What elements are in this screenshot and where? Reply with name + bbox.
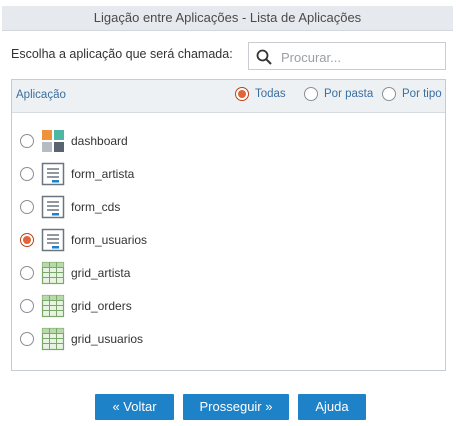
app-item-dashboard[interactable]: dashboard — [20, 128, 320, 154]
app-radio[interactable] — [20, 167, 34, 181]
filter-por-tipo-label: Por tipo — [402, 88, 442, 100]
dialog-title: Ligação entre Aplicações - Lista de Apli… — [2, 6, 453, 31]
panel-header: Aplicação Todas Por pasta Por tipo — [12, 80, 445, 113]
grid-icon — [41, 261, 65, 285]
filter-por-pasta[interactable]: Por pasta — [304, 87, 373, 101]
app-name: dashboard — [71, 134, 128, 148]
app-name: form_usuarios — [71, 233, 148, 247]
help-button[interactable]: Ajuda — [298, 394, 366, 420]
app-item-grid-artista[interactable]: grid_artista — [20, 260, 320, 286]
grid-icon — [41, 294, 65, 318]
grid-icon — [41, 327, 65, 351]
filter-por-pasta-label: Por pasta — [324, 88, 374, 100]
filter-por-tipo[interactable]: Por tipo — [382, 87, 442, 101]
app-list-panel: Aplicação Todas Por pasta Por tipo dashb… — [11, 79, 446, 371]
app-item-form-usuarios[interactable]: form_usuarios — [20, 227, 320, 253]
app-radio[interactable] — [20, 299, 34, 313]
app-name: grid_usuarios — [71, 332, 144, 346]
app-radio[interactable] — [20, 332, 34, 346]
app-name: form_cds — [71, 200, 121, 214]
app-name: form_artista — [71, 167, 135, 181]
app-item-grid-usuarios[interactable]: grid_usuarios — [20, 326, 320, 352]
next-button[interactable]: Prosseguir » — [183, 394, 289, 420]
app-name: grid_orders — [71, 299, 132, 313]
search-input[interactable] — [279, 47, 443, 67]
filter-por-pasta-radio[interactable] — [304, 87, 318, 101]
search-icon — [256, 49, 272, 65]
form-icon — [41, 195, 65, 219]
app-item-form-cds[interactable]: form_cds — [20, 194, 320, 220]
app-radio[interactable] — [20, 134, 34, 148]
filter-todas-radio[interactable] — [235, 87, 249, 101]
filter-por-tipo-radio[interactable] — [382, 87, 396, 101]
filter-todas[interactable]: Todas — [235, 87, 286, 101]
app-radio[interactable] — [20, 200, 34, 214]
back-button[interactable]: « Voltar — [95, 394, 174, 420]
form-icon — [41, 228, 65, 252]
form-icon — [41, 162, 65, 186]
choose-app-label: Escolha a aplicação que será chamada: — [11, 47, 233, 61]
app-item-form-artista[interactable]: form_artista — [20, 161, 320, 187]
dashboard-icon — [42, 130, 64, 152]
filter-todas-label: Todas — [255, 88, 286, 100]
app-item-grid-orders[interactable]: grid_orders — [20, 293, 320, 319]
app-radio-selected[interactable] — [20, 233, 34, 247]
app-name: grid_artista — [71, 266, 131, 280]
search-box[interactable] — [248, 42, 446, 70]
app-radio[interactable] — [20, 266, 34, 280]
column-header-aplicacao: Aplicação — [16, 89, 66, 101]
